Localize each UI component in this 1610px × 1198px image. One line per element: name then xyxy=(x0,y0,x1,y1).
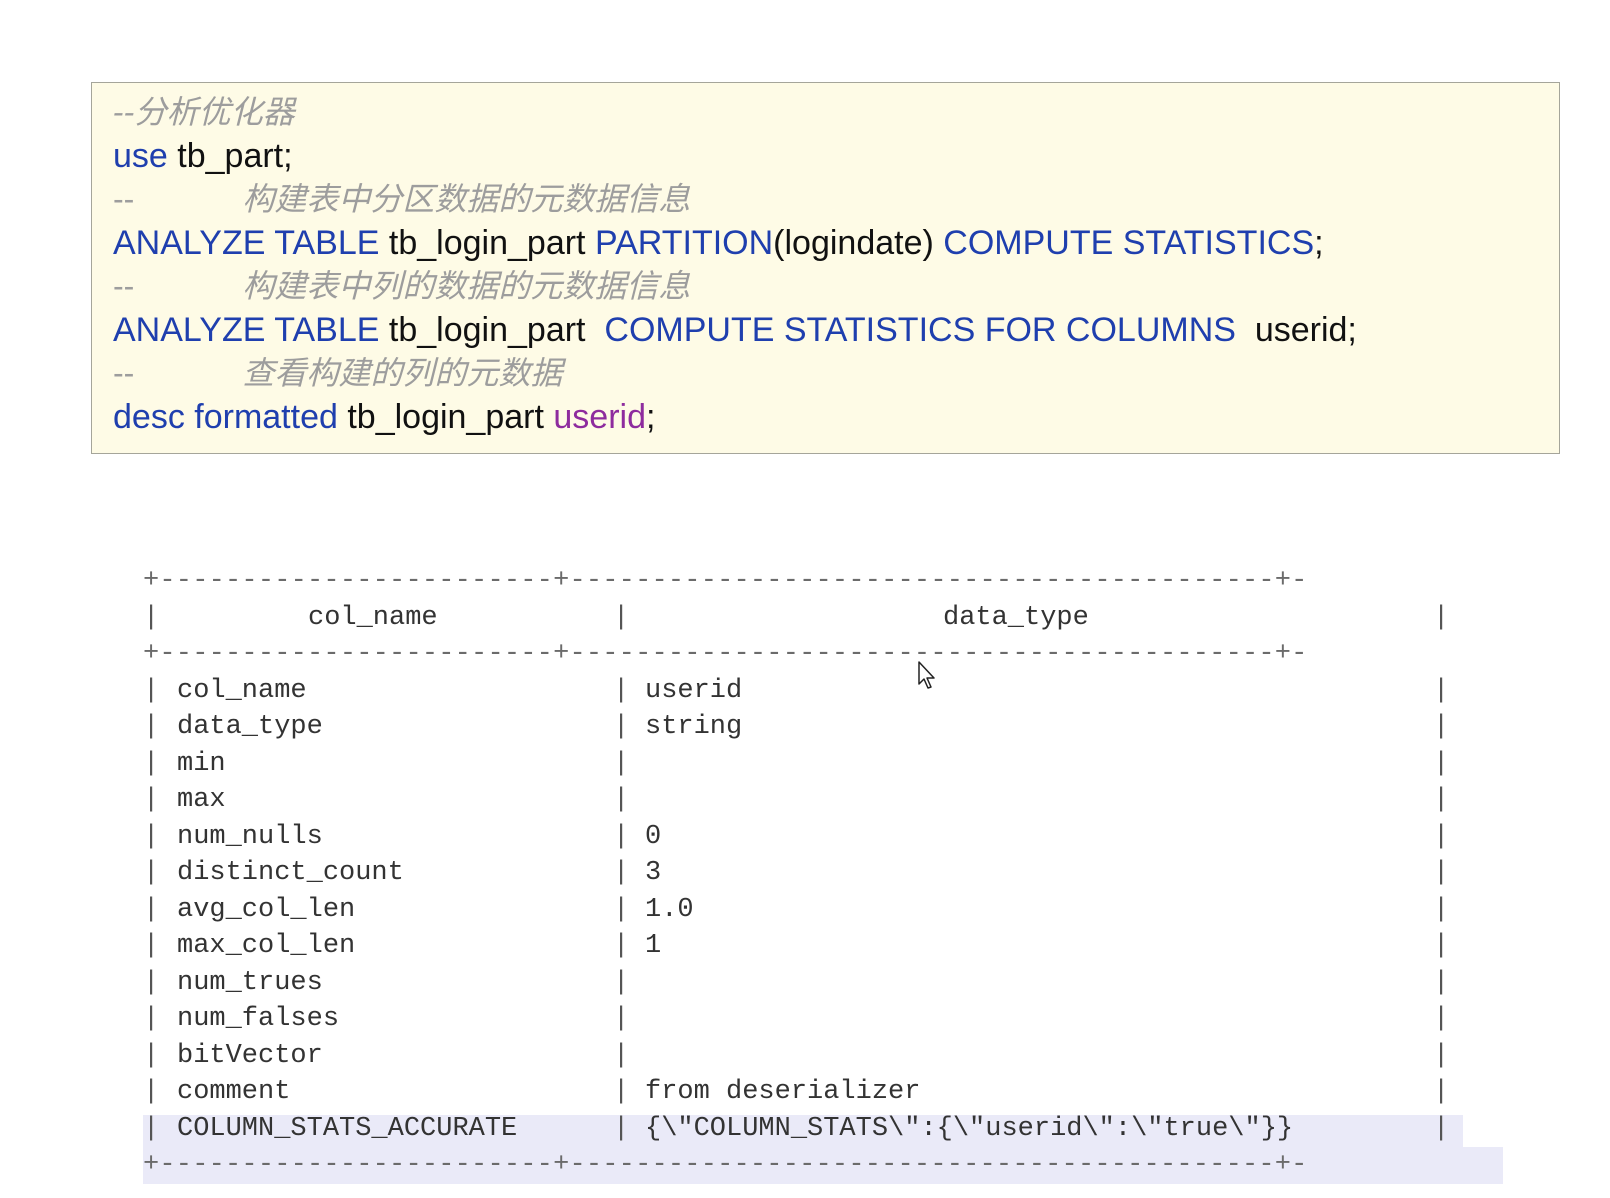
cell-col-name: data_type xyxy=(177,712,323,742)
code-line-analyze-columns: ANALYZE TABLE tb_login_part COMPUTE STAT… xyxy=(113,309,1559,353)
table-row: | max | | xyxy=(143,782,1503,819)
border-line: +------------------------+--------------… xyxy=(143,566,1308,596)
table-row: | bitVector | | xyxy=(143,1038,1503,1075)
table-row: | min | | xyxy=(143,746,1503,783)
border-line: +------------------------+--------------… xyxy=(143,639,1308,669)
cell-data-type: 1 xyxy=(645,931,662,961)
code-text: tb_login_part xyxy=(379,223,595,262)
cell-data-type: userid xyxy=(645,675,743,706)
stats-output-table: +------------------------+--------------… xyxy=(143,563,1503,1184)
cell-col-name: max xyxy=(177,785,226,815)
header-col-name: col_name xyxy=(308,602,438,633)
keyword-compute-statistics: COMPUTE STATISTICS xyxy=(943,223,1315,262)
cell-col-name: COLUMN_STATS_ACCURATE xyxy=(177,1113,518,1144)
column-name-userid: userid xyxy=(553,397,646,436)
table-row: | avg_col_len | 1.0 | xyxy=(143,892,1503,929)
code-text: tb_part; xyxy=(167,136,293,175)
code-line-use: use tb_part; xyxy=(113,135,1559,179)
table-row: | col_name | userid | xyxy=(143,673,1503,710)
keyword-use: use xyxy=(113,136,168,175)
code-text: userid; xyxy=(1235,310,1357,349)
code-line-desc: desc formatted tb_login_part userid; xyxy=(113,396,1559,440)
cell-col-name: num_falses xyxy=(177,1004,340,1034)
keyword-compute-statistics-for-columns: COMPUTE STATISTICS FOR COLUMNS xyxy=(604,310,1236,349)
cell-col-name: col_name xyxy=(177,675,307,706)
table-row: | max_col_len | 1 | xyxy=(143,928,1503,965)
cell-data-type: string xyxy=(645,712,743,742)
code-comment-title: --分析优化器 xyxy=(113,93,295,131)
keyword-analyze-table: ANALYZE TABLE xyxy=(113,310,380,349)
cell-col-name: avg_col_len xyxy=(177,894,356,925)
table-body: | col_name | userid | | data_type | string | | min |… xyxy=(143,673,1503,1148)
table-row: | comment | from deserializer | xyxy=(143,1074,1503,1111)
table-border-header: +------------------------+--------------… xyxy=(143,636,1503,673)
cell-data-type: 3 xyxy=(645,858,662,888)
code-snippet-box: --分析优化器 use tb_part; -- 构建表中分区数据的元数据信息 AN… xyxy=(91,82,1560,454)
table-row: | distinct_count | 3 | xyxy=(143,855,1503,892)
table-row: | num_nulls | 0 | xyxy=(143,819,1503,856)
table-row: | data_type | string | xyxy=(143,709,1503,746)
keyword-analyze-table: ANALYZE TABLE xyxy=(113,223,380,262)
cell-col-name: num_trues xyxy=(177,967,323,998)
code-comment-desc: -- 查看构建的列的元数据 xyxy=(113,352,1559,396)
code-text: ; xyxy=(1314,223,1324,262)
keyword-desc-formatted: desc formatted xyxy=(113,397,338,436)
code-text: ; xyxy=(646,397,656,436)
keyword-partition: PARTITION xyxy=(594,223,774,262)
table-row: | COLUMN_STATS_ACCURATE | {\"COLUMN_STATS\"… xyxy=(143,1111,1503,1148)
cell-col-name: max_col_len xyxy=(177,931,356,961)
cell-col-name: comment xyxy=(177,1077,291,1107)
cell-col-name: distinct_count xyxy=(177,858,404,888)
mouse-pointer-icon xyxy=(918,661,935,689)
table-row: | num_trues | | xyxy=(143,965,1503,1002)
cell-data-type: from deserializer xyxy=(645,1077,921,1107)
cell-col-name: num_nulls xyxy=(177,821,323,852)
code-comment-partition: -- 构建表中分区数据的元数据信息 xyxy=(113,178,1559,222)
code-comment-columns: -- 构建表中列的数据的元数据信息 xyxy=(113,265,1559,309)
table-header-row: | col_name | data_type | xyxy=(143,600,1503,637)
cell-data-type: {\"COLUMN_STATS\":{\"userid\":\"true\"}} xyxy=(645,1113,1294,1144)
cell-col-name: bitVector xyxy=(177,1040,323,1071)
border-line: +------------------------+--------------… xyxy=(143,1150,1308,1180)
table-border-top: +------------------------+--------------… xyxy=(143,563,1503,600)
comment-text: 查看构建的列的元数据 xyxy=(242,354,563,392)
comment-text: 构建表中列的数据的元数据信息 xyxy=(242,267,691,305)
code-text: tb_login_part xyxy=(379,310,605,349)
comment-dash: -- xyxy=(113,355,135,391)
cell-col-name: min xyxy=(177,748,226,779)
code-text: (logindate) xyxy=(773,223,944,262)
comment-text: 构建表中分区数据的元数据信息 xyxy=(242,180,691,218)
table-row: | num_falses | | xyxy=(143,1001,1503,1038)
comment-dash: -- xyxy=(113,181,135,217)
code-line-analyze-partition: ANALYZE TABLE tb_login_part PARTITION(lo… xyxy=(113,222,1559,266)
table-border-bottom: +------------------------+--------------… xyxy=(143,1147,1503,1184)
cell-data-type: 1.0 xyxy=(645,894,694,925)
cell-data-type: 0 xyxy=(645,821,662,852)
header-data-type: data_type xyxy=(943,602,1089,633)
comment-dash: -- xyxy=(113,268,135,304)
code-text: tb_login_part xyxy=(337,397,554,436)
